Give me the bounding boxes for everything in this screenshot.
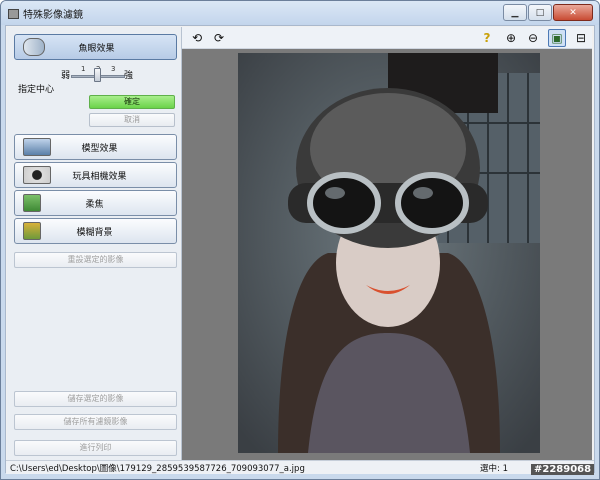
minimize-icon: ▁ [511,7,519,18]
tick-1: 1 [81,65,86,73]
rotate-right-button[interactable]: ⟳ [210,29,228,47]
minimize-button[interactable]: ▁ [503,4,527,21]
tick-3: 3 [111,65,116,73]
blur-background-label: 模糊背景 [76,227,113,238]
maximize-button[interactable]: □ [528,4,552,21]
window-title: 特殊影像濾鏡 [23,9,83,21]
save-selected-button[interactable]: 儲存選定的影像 [14,391,177,407]
cancel-button[interactable]: 取消 [89,113,175,127]
watermark: #2289068 [531,464,595,475]
client-area: 魚眼效果 弱 1 2 3 強 指定中心 確定 取消 模型效果 玩具相機效果 [5,25,595,474]
zoom-out-button[interactable]: ⊖ [524,29,542,47]
toolbar: ⟲ ⟳ ? ⊕ ⊖ ▣ ⊟ [182,27,592,49]
zoom-in-icon: ⊕ [505,31,517,45]
close-icon: ✕ [569,7,577,18]
fit-image-icon: ▣ [551,31,563,45]
toy-camera-icon [23,166,51,184]
maximize-icon: □ [535,7,545,18]
toy-camera-button[interactable]: 玩具相機效果 [14,162,177,188]
title-bar: 特殊影像濾鏡 ▁ □ ✕ [1,1,599,25]
slider-thumb[interactable] [94,68,101,82]
app-icon [7,7,19,19]
photo-drawing [238,53,540,453]
help-button[interactable]: ? [478,29,496,47]
full-screen-icon: ⊟ [575,31,587,45]
help-icon: ? [483,31,491,45]
app-window: 特殊影像濾鏡 ▁ □ ✕ 魚眼效果 弱 1 2 3 強 指定中心 確定 取消 [0,0,600,480]
miniature-label: 模型效果 [81,143,118,154]
blur-background-button[interactable]: 模糊背景 [14,218,177,244]
rotate-left-icon: ⟲ [191,31,203,45]
slider-strong-label: 強 [124,71,134,81]
zoom-in-button[interactable]: ⊕ [502,29,520,47]
zoom-out-icon: ⊖ [527,31,539,45]
save-all-button[interactable]: 儲存所有濾鏡影像 [14,414,177,430]
soft-focus-label: 柔焦 [85,199,104,210]
effects-panel: 魚眼效果 弱 1 2 3 強 指定中心 確定 取消 模型效果 玩具相機效果 [7,27,182,461]
full-screen-button[interactable]: ⊟ [572,29,590,47]
image-viewer[interactable] [182,49,592,460]
rotate-left-button[interactable]: ⟲ [188,29,206,47]
center-label: 指定中心 [18,85,55,95]
toy-camera-label: 玩具相機效果 [72,171,127,182]
strength-slider[interactable]: 1 2 3 [67,65,129,85]
blur-background-icon [23,222,41,240]
fit-image-button[interactable]: ▣ [548,29,566,47]
miniature-button[interactable]: 模型效果 [14,134,177,160]
soft-focus-button[interactable]: 柔焦 [14,190,177,216]
fisheye-icon [23,38,45,56]
status-bar: C:\Users\ed\Desktop\圖像\179129_2859539587… [6,460,594,474]
print-button[interactable]: 進行列印 [14,440,177,456]
selection-count: 選中: 1 [480,464,508,474]
preview-photo[interactable] [238,53,540,453]
reset-selected-button[interactable]: 重設選定的影像 [14,252,177,268]
fisheye-button[interactable]: 魚眼效果 [14,34,177,60]
miniature-icon [23,138,51,156]
close-button[interactable]: ✕ [553,4,593,21]
ok-button[interactable]: 確定 [89,95,175,109]
file-path: C:\Users\ed\Desktop\圖像\179129_2859539587… [10,464,305,474]
rotate-right-icon: ⟳ [213,31,225,45]
soft-focus-icon [23,194,41,212]
fisheye-label: 魚眼效果 [78,43,115,54]
